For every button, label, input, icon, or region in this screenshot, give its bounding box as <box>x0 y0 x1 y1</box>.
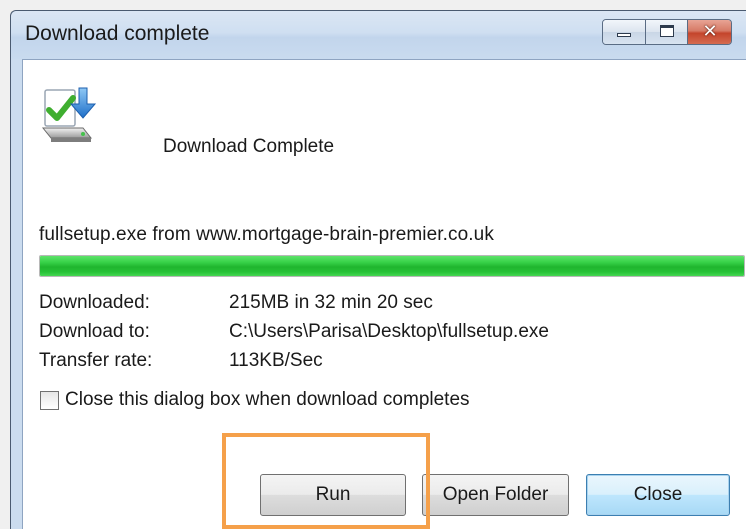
dialog-body: Download Complete fullsetup.exe from www… <box>22 59 746 529</box>
open-folder-button[interactable]: Open Folder <box>422 474 569 516</box>
download-progress-bar <box>39 255 745 277</box>
transfer-rate-row: Transfer rate: 113KB/Sec <box>39 350 323 372</box>
download-to-row: Download to: C:\Users\Parisa\Desktop\full… <box>39 321 549 343</box>
close-on-complete-option[interactable]: Close this dialog box when download comp… <box>40 389 470 411</box>
window-title: Download complete <box>25 22 210 45</box>
minimize-icon <box>617 33 631 37</box>
title-bar[interactable]: Download complete ✕ <box>11 11 746 59</box>
screen: Download complete ✕ Download Complete fu… <box>0 0 746 529</box>
close-button[interactable]: Close <box>586 474 730 516</box>
downloaded-label: Downloaded: <box>39 292 150 313</box>
download-to-value: C:\Users\Parisa\Desktop\fullsetup.exe <box>229 321 549 342</box>
transfer-rate-label: Transfer rate: <box>39 350 153 371</box>
downloaded-row: Downloaded: 215MB in 32 min 20 sec <box>39 292 433 314</box>
maximize-icon <box>660 25 674 37</box>
close-on-complete-checkbox[interactable] <box>40 390 59 410</box>
download-to-label: Download to: <box>39 321 150 342</box>
source-line: fullsetup.exe from www.mortgage-brain-pr… <box>39 224 494 245</box>
download-dialog: Download complete ✕ Download Complete fu… <box>10 10 746 529</box>
close-icon: ✕ <box>702 21 718 42</box>
close-on-complete-label[interactable]: Close this dialog box when download comp… <box>65 389 470 411</box>
close-window-button[interactable]: ✕ <box>687 20 731 44</box>
caption-buttons: ✕ <box>602 19 732 45</box>
minimize-button[interactable] <box>603 20 645 44</box>
downloaded-value: 215MB in 32 min 20 sec <box>229 292 433 313</box>
run-button[interactable]: Run <box>260 474 406 516</box>
maximize-button[interactable] <box>645 20 687 44</box>
download-complete-icon <box>41 87 97 142</box>
header-text: Download Complete <box>163 136 335 157</box>
progress-fill <box>40 256 744 276</box>
transfer-rate-value: 113KB/Sec <box>229 350 323 371</box>
